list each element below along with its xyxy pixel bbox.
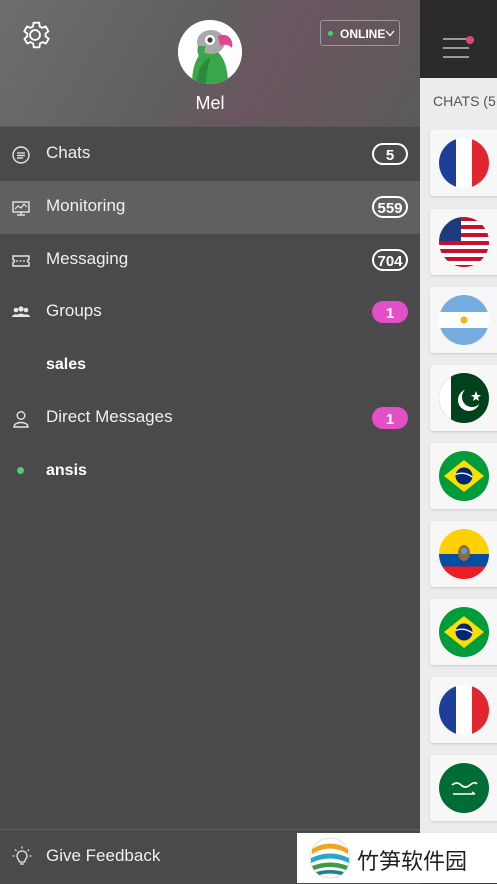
menu-item-label: Direct Messages bbox=[46, 407, 173, 426]
direct-message-ansis[interactable]: ansis bbox=[46, 462, 87, 480]
argentina-flag-icon bbox=[439, 295, 489, 345]
chat-item[interactable] bbox=[430, 130, 497, 196]
online-indicator bbox=[328, 31, 333, 36]
saudi-arabia-flag-icon bbox=[439, 763, 489, 813]
chat-item[interactable] bbox=[430, 521, 497, 587]
menu-item-label: Groups bbox=[46, 301, 102, 320]
status-dropdown[interactable]: ONLINE bbox=[320, 20, 400, 46]
watermark: 竹笋软件园 bbox=[297, 833, 497, 883]
avatar[interactable] bbox=[178, 20, 242, 84]
menu-item-chats[interactable]: Chats 5 bbox=[0, 128, 420, 181]
username: Mel bbox=[195, 93, 225, 113]
menu-item-messaging[interactable]: Messaging 704 bbox=[0, 234, 420, 287]
gear-icon[interactable] bbox=[18, 18, 52, 52]
menu-item-label: Messaging bbox=[46, 249, 129, 268]
usa-flag-icon bbox=[439, 217, 489, 267]
monitor-icon bbox=[12, 201, 30, 216]
ticket-icon bbox=[12, 255, 30, 267]
navigation-drawer: Mel ONLINE Chats 5 Monitoring 559 Messag… bbox=[0, 0, 420, 884]
count-badge: 559 bbox=[372, 196, 408, 218]
chat-item[interactable] bbox=[430, 599, 497, 665]
user-icon bbox=[13, 411, 29, 428]
menu-item-groups[interactable]: Groups 1 bbox=[0, 286, 420, 339]
status-label: ONLINE bbox=[340, 27, 386, 41]
watermark-logo bbox=[309, 837, 351, 879]
chat-item[interactable] bbox=[430, 365, 497, 431]
chat-item[interactable] bbox=[430, 755, 497, 821]
menu-item-label: Monitoring bbox=[46, 196, 126, 215]
tab-chats[interactable]: CHATS (5 bbox=[433, 93, 496, 109]
feedback-label: Give Feedback bbox=[46, 846, 161, 865]
menu-item-direct-messages[interactable]: Direct Messages 1 bbox=[0, 392, 420, 445]
ecuador-flag-icon bbox=[439, 529, 489, 579]
lightbulb-icon bbox=[12, 846, 32, 865]
hamburger-menu-icon[interactable] bbox=[443, 38, 469, 60]
chat-item[interactable] bbox=[430, 209, 497, 275]
france-flag-icon bbox=[439, 685, 489, 735]
chat-item[interactable] bbox=[430, 287, 497, 353]
chat-bubble-icon bbox=[12, 146, 30, 164]
group-icon bbox=[12, 306, 30, 317]
group-item-sales[interactable]: sales bbox=[46, 356, 86, 374]
drawer-header: Mel ONLINE bbox=[0, 0, 420, 127]
chevron-down-icon bbox=[385, 30, 395, 37]
pakistan-flag-icon bbox=[439, 373, 489, 423]
count-badge: 1 bbox=[372, 407, 408, 429]
count-badge: 5 bbox=[372, 143, 408, 165]
count-badge: 704 bbox=[372, 249, 408, 271]
france-flag-icon bbox=[439, 138, 489, 188]
count-badge: 1 bbox=[372, 301, 408, 323]
watermark-text: 竹笋软件园 bbox=[357, 850, 468, 875]
online-status-dot bbox=[17, 467, 24, 474]
chat-item[interactable] bbox=[430, 677, 497, 743]
parrot-icon bbox=[178, 20, 242, 84]
brazil-flag-icon bbox=[439, 451, 489, 501]
chat-item[interactable] bbox=[430, 443, 497, 509]
chat-list-panel: CHATS (5 bbox=[420, 0, 497, 883]
top-bar bbox=[420, 0, 497, 78]
menu-item-label: Chats bbox=[46, 143, 91, 162]
notification-dot bbox=[466, 36, 474, 44]
menu-item-monitoring[interactable]: Monitoring 559 bbox=[0, 181, 420, 234]
brazil-flag-icon bbox=[439, 607, 489, 657]
